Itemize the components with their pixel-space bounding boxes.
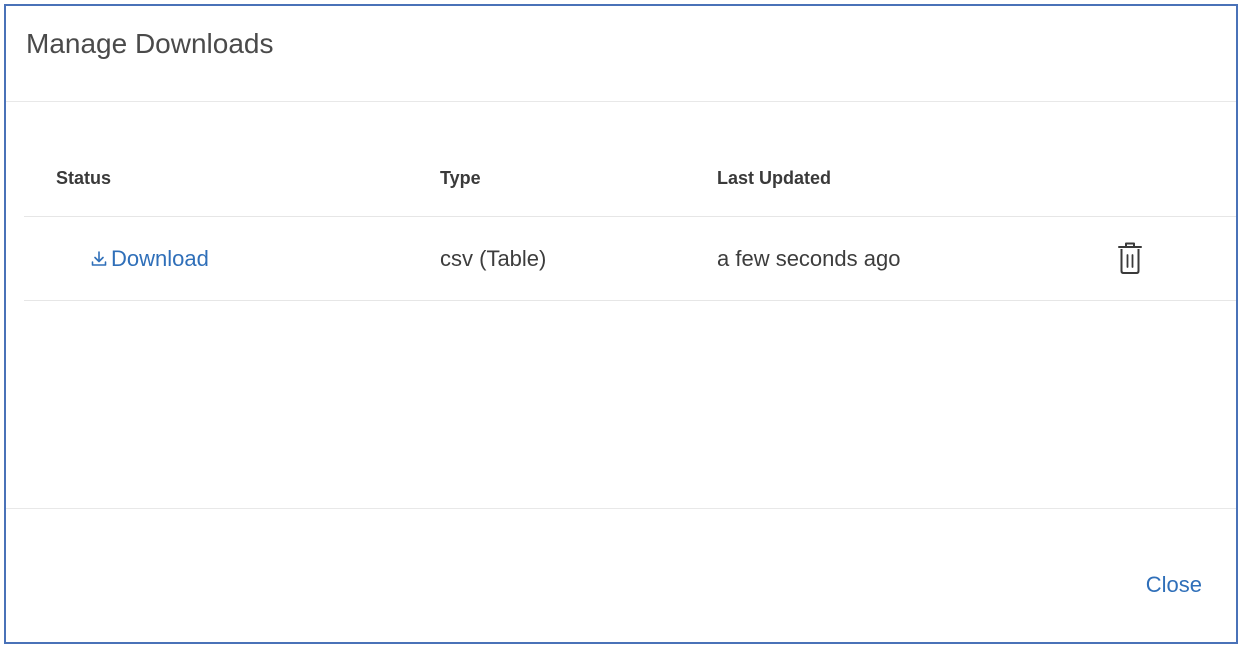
trash-icon[interactable] [1117, 241, 1143, 275]
manage-downloads-dialog: Manage Downloads Status Type Last Update… [4, 4, 1238, 644]
column-header-status: Status [56, 168, 112, 188]
dialog-title: Manage Downloads [26, 28, 274, 59]
dialog-header: Manage Downloads [6, 6, 1236, 102]
type-cell: csv (Table) [440, 246, 547, 271]
table-row: Download csv (Table) a few seconds ago [24, 217, 1236, 301]
column-header-last-updated: Last Updated [717, 168, 832, 188]
last-updated-cell: a few seconds ago [717, 246, 901, 271]
download-icon [91, 251, 107, 266]
close-button[interactable]: Close [1146, 571, 1202, 599]
table-header-row: Status Type Last Updated [24, 136, 1236, 217]
downloads-table: Status Type Last Updated Download csv (T… [24, 136, 1236, 301]
download-link-label: Download [111, 246, 209, 271]
dialog-footer: Close [6, 508, 1236, 642]
column-header-type: Type [440, 168, 481, 188]
download-link[interactable]: Download [90, 245, 209, 273]
